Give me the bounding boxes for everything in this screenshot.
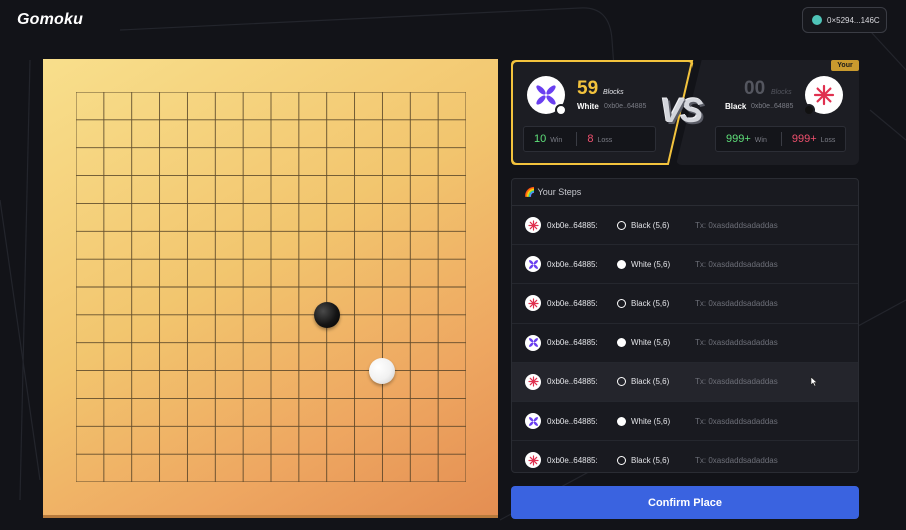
step-address: 0xb0e..64885: — [547, 338, 598, 348]
step-tx-hash[interactable]: Tx: 0xasdaddsadaddas — [695, 338, 778, 347]
white-stone-icon — [617, 259, 626, 269]
step-tx-hash[interactable]: Tx: 0xasdaddsadaddas — [695, 260, 778, 269]
step-row[interactable]: 0xb0e..64885: Black (5,6) Tx: 0xasdaddsada… — [512, 284, 858, 324]
white-blocks-label: Blocks — [603, 89, 624, 96]
black-flower-icon — [525, 452, 541, 469]
black-blocks-count: 00 — [744, 78, 766, 99]
step-move: White (5,6) — [631, 259, 671, 269]
step-move: Black (5,6) — [631, 455, 670, 465]
wallet-status-icon — [812, 15, 822, 25]
black-flower-icon — [525, 217, 541, 234]
vs-label: VS — [660, 92, 703, 130]
white-stone-icon — [617, 338, 626, 348]
step-tx-hash[interactable]: Tx: 0xasdaddsadaddas — [695, 417, 778, 426]
step-row[interactable]: 0xb0e..64885: Black (5,6) Tx: 0xasdaddsada… — [512, 441, 858, 472]
app-title: Gomoku — [17, 11, 84, 28]
black-flower-icon — [813, 84, 835, 106]
step-address: 0xb0e..64885: — [547, 298, 598, 308]
mouse-cursor-icon — [810, 376, 818, 387]
step-address: 0xb0e..64885: — [547, 455, 598, 465]
step-row[interactable]: 0xb0e..64885: Black (5,6) Tx: 0xasdaddsada… — [512, 206, 858, 246]
step-move: White (5,6) — [631, 338, 671, 348]
wallet-button[interactable]: 0×5294...146C — [802, 7, 887, 33]
step-address: 0xb0e..64885: — [547, 377, 598, 387]
steps-panel[interactable]: 🌈 Your Steps 0xb0e..64885: Black (5,6) Tx:… — [511, 178, 859, 473]
white-loss-label: Loss — [597, 137, 613, 144]
black-blocks-label: Blocks — [771, 89, 792, 96]
your-badge: Your — [831, 60, 859, 71]
black-stone-icon — [617, 298, 626, 308]
black-stone-icon — [803, 104, 815, 116]
black-player-avatar — [803, 76, 843, 116]
wallet-address: 0×5294...146C — [827, 15, 880, 25]
black-flower-icon — [525, 295, 541, 312]
step-tx-hash[interactable]: Tx: 0xasdaddsadaddas — [695, 456, 778, 465]
white-losses: 8 — [587, 133, 594, 145]
black-stone-icon — [617, 455, 626, 465]
step-move: White (5,6) — [631, 416, 671, 426]
confirm-place-button[interactable]: Confirm Place — [511, 486, 859, 519]
black-losses: 999+ — [791, 133, 817, 145]
black-win-label: Win — [754, 137, 767, 144]
white-wins: 10 — [534, 133, 547, 145]
steps-list[interactable]: 0xb0e..64885: Black (5,6) Tx: 0xasdaddsada… — [512, 206, 858, 472]
white-x-icon — [525, 256, 541, 273]
steps-header: 🌈 Your Steps — [512, 179, 858, 206]
step-tx-hash[interactable]: Tx: 0xasdaddsadaddas — [695, 221, 778, 230]
game-board[interactable] — [43, 59, 498, 518]
white-x-icon — [536, 85, 556, 105]
white-blocks-count: 59 — [577, 78, 599, 99]
black-stone — [313, 301, 340, 328]
step-move: Black (5,6) — [631, 377, 670, 387]
white-stats: 10 Win 8 Loss — [523, 126, 656, 152]
step-move: Black (5,6) — [631, 298, 670, 308]
step-move: Black (5,6) — [631, 220, 670, 230]
step-row[interactable]: 0xb0e..64885: Black (5,6) Tx: 0xasdaddsada… — [512, 362, 858, 402]
white-win-label: Win — [550, 137, 563, 144]
black-player-address: 0xb0e..64885 — [751, 103, 794, 110]
step-address: 0xb0e..64885: — [547, 259, 598, 269]
board-grid[interactable] — [76, 92, 466, 482]
black-stone-icon — [617, 220, 626, 230]
white-stone — [369, 357, 396, 384]
step-row[interactable]: 0xb0e..64885: White (5,6) Tx: 0xasdaddsada… — [512, 402, 858, 442]
white-stone-icon — [617, 416, 626, 426]
step-row[interactable]: 0xb0e..64885: White (5,6) Tx: 0xasdaddsada… — [512, 245, 858, 285]
black-flower-icon — [525, 373, 541, 390]
step-address: 0xb0e..64885: — [547, 220, 598, 230]
step-row[interactable]: 0xb0e..64885: White (5,6) Tx: 0xasdaddsada… — [512, 324, 858, 363]
black-side-label: Black — [725, 102, 747, 111]
step-tx-hash[interactable]: Tx: 0xasdaddsadaddas — [695, 299, 778, 308]
white-player-address: 0xb0e..64885 — [604, 103, 647, 110]
black-loss-label: Loss — [820, 137, 836, 144]
white-player-avatar — [527, 76, 567, 116]
white-x-icon — [525, 413, 541, 430]
black-wins: 999+ — [726, 133, 751, 145]
white-stone-icon — [555, 104, 567, 116]
white-side-label: White — [577, 102, 599, 111]
white-x-icon — [525, 334, 541, 351]
step-address: 0xb0e..64885: — [547, 416, 598, 426]
step-tx-hash[interactable]: Tx: 0xasdaddsadaddas — [695, 377, 778, 386]
black-stone-icon — [617, 377, 626, 387]
black-stats: 999+ Win 999+ Loss — [715, 126, 846, 152]
